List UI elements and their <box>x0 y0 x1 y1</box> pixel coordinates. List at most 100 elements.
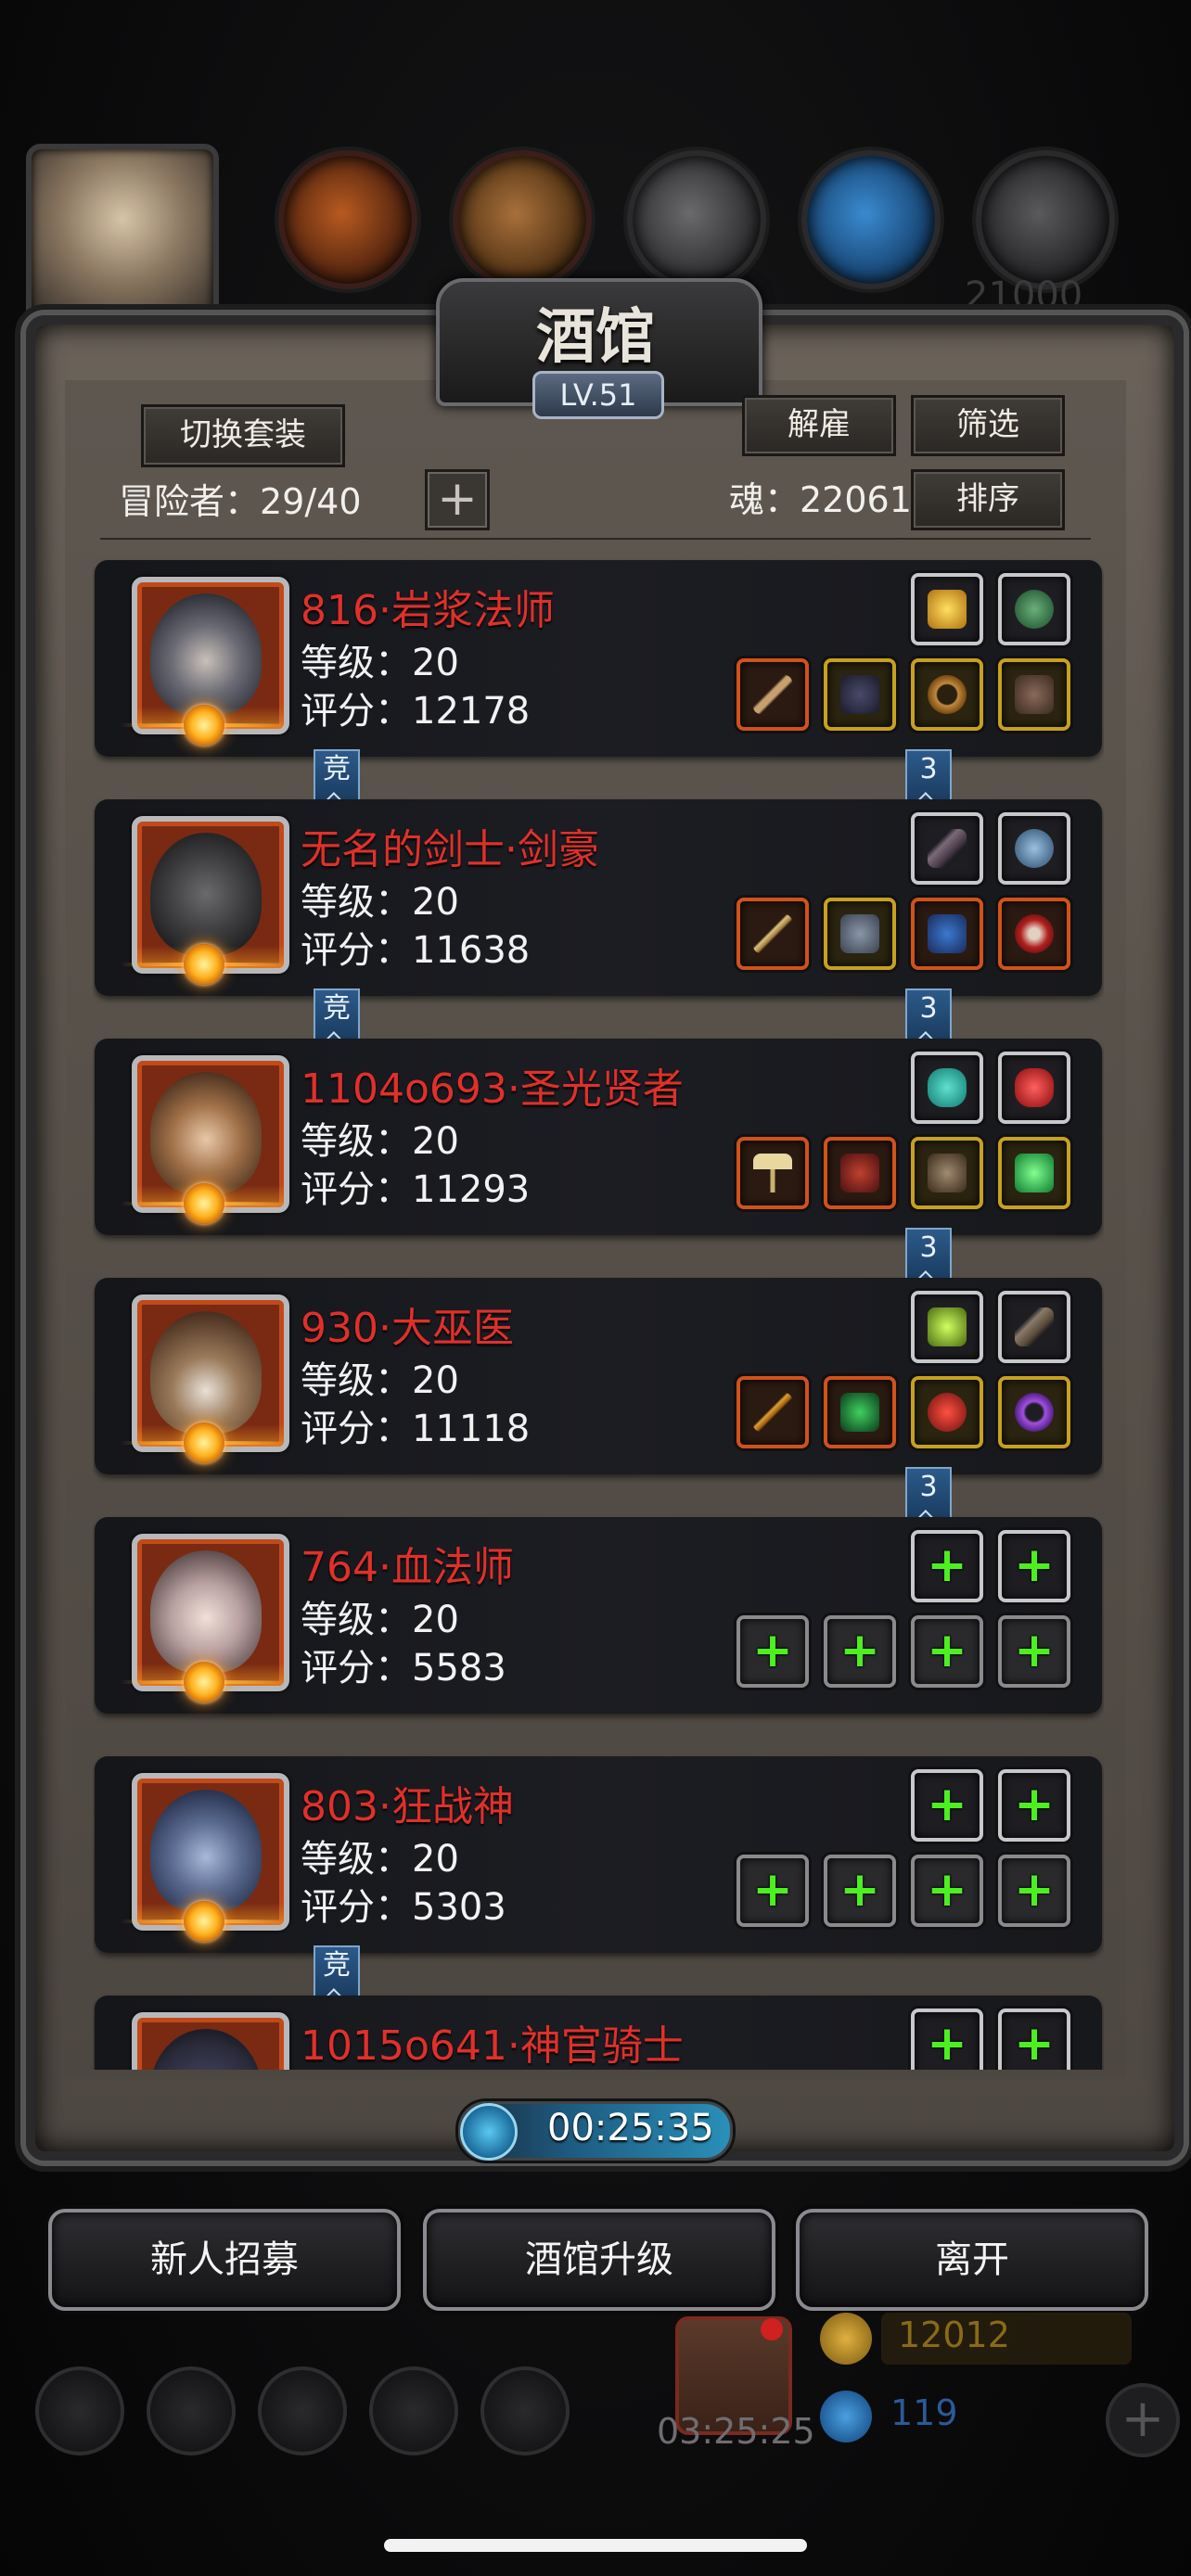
background-number: 21000 <box>965 274 1083 317</box>
hero-name: 816·岩浆法师 <box>301 587 555 634</box>
armor-cloak-icon[interactable] <box>824 658 896 731</box>
weapon-sword-icon[interactable] <box>736 898 809 970</box>
relic-skull-icon[interactable] <box>998 898 1070 970</box>
accessory-orb-icon[interactable] <box>998 573 1070 645</box>
sort-button[interactable]: 排序 <box>911 469 1065 530</box>
hero-name: 764·血法师 <box>301 1544 514 1591</box>
hero-level: 等级：20 <box>301 881 459 924</box>
empty-weapon-slot-plus-icon[interactable]: + <box>736 1855 809 1927</box>
ring-purple-icon[interactable] <box>998 1376 1070 1448</box>
add-currency-button[interactable]: + <box>1106 2383 1180 2457</box>
hero-score: 评分：5303 <box>301 1886 506 1929</box>
castle-icon[interactable] <box>258 2366 347 2455</box>
clock-icon <box>460 2103 518 2161</box>
star-rank-icon <box>184 1183 224 1224</box>
weapon-scepter-icon[interactable] <box>736 1376 809 1448</box>
emblem-icon[interactable] <box>147 2366 236 2455</box>
home-indicator[interactable] <box>384 2539 807 2552</box>
notification-dot <box>761 2318 783 2340</box>
gem-green-icon[interactable] <box>998 1137 1070 1209</box>
hero-card[interactable]: 764·血法师 等级：20 评分：5583 + + + + + + <box>95 1517 1102 1714</box>
armor-mask-icon[interactable] <box>911 1137 983 1209</box>
arena-tag: 竞 <box>314 988 360 1040</box>
player-avatar[interactable] <box>26 144 219 329</box>
hero-score: 评分：5583 <box>301 1647 506 1690</box>
tavern-upgrade-button[interactable]: 酒馆升级 <box>423 2209 775 2311</box>
expand-capacity-button[interactable]: + <box>425 469 490 530</box>
relic-icon[interactable] <box>998 658 1070 731</box>
necklace-heart-icon[interactable] <box>911 1376 983 1448</box>
accessory-bone-icon[interactable] <box>998 1291 1070 1363</box>
leave-button[interactable]: 离开 <box>796 2209 1148 2311</box>
arena-tag: 竞 <box>314 749 360 801</box>
hero-card[interactable]: 1015o641·神官骑士 + + <box>95 1996 1102 2070</box>
material-crystal-icon[interactable] <box>801 150 941 289</box>
empty-slot-plus-icon[interactable]: + <box>998 2009 1070 2070</box>
material-ore-icon[interactable] <box>278 150 417 289</box>
crystal-amount: 119 <box>890 2392 958 2433</box>
filter-button[interactable]: 筛选 <box>911 395 1065 456</box>
accessory-amulet-icon[interactable] <box>998 812 1070 885</box>
switch-set-button[interactable]: 切换套装 <box>141 404 345 467</box>
rank-tag: 3 <box>905 1228 952 1280</box>
shop-icon[interactable] <box>480 2366 570 2455</box>
weapon-hammer-icon[interactable] <box>736 1137 809 1209</box>
hero-score: 评分：11293 <box>301 1168 531 1211</box>
star-rank-icon <box>184 944 224 985</box>
accessory-star-icon[interactable] <box>911 573 983 645</box>
material-wood-icon[interactable] <box>453 150 592 289</box>
weapon-staff-icon[interactable] <box>736 658 809 731</box>
hero-card[interactable]: 803·狂战神 等级：20 评分：5303 + + + + + + <box>95 1756 1102 1953</box>
gem-red-icon[interactable] <box>998 1052 1070 1124</box>
hero-card[interactable]: 816·岩浆法师 等级：20 评分：12178 <box>95 560 1102 757</box>
gold-coin-icon <box>820 2313 872 2365</box>
gem-teal-icon[interactable] <box>911 1052 983 1124</box>
hero-list[interactable]: 816·岩浆法师 等级：20 评分：12178 竞 3 无名的剑士·剑豪 等级：… <box>93 553 1104 2070</box>
hero-level: 等级：20 <box>301 1120 459 1163</box>
settings-icon[interactable] <box>35 2366 124 2455</box>
adventurer-count: 冒险者：29/40 <box>119 481 362 522</box>
empty-slot-plus-icon[interactable]: + <box>911 1855 983 1927</box>
armor-gauntlet-icon[interactable] <box>911 898 983 970</box>
hero-score: 评分：11638 <box>301 929 531 972</box>
crystal-icon <box>820 2391 872 2442</box>
empty-armor-slot-plus-icon[interactable]: + <box>824 1855 896 1927</box>
hero-name: 1015o641·神官骑士 <box>301 2022 684 2070</box>
empty-slot-plus-icon[interactable]: + <box>998 1615 1070 1688</box>
material-stone-icon[interactable] <box>627 150 766 289</box>
empty-slot-plus-icon[interactable]: + <box>998 1530 1070 1602</box>
material-iron-icon[interactable] <box>976 150 1115 289</box>
armor-robe-icon[interactable] <box>824 1137 896 1209</box>
empty-slot-plus-icon[interactable]: + <box>911 1615 983 1688</box>
empty-slot-plus-icon[interactable]: + <box>911 1769 983 1842</box>
hero-card[interactable]: 1104o693·圣光贤者 等级：20 评分：11293 <box>95 1039 1102 1235</box>
empty-slot-plus-icon[interactable]: + <box>998 1769 1070 1842</box>
armor-green-robe-icon[interactable] <box>824 1376 896 1448</box>
empty-slot-plus-icon[interactable]: + <box>911 2009 983 2070</box>
hero-level: 等级：20 <box>301 1359 459 1402</box>
empty-weapon-slot-plus-icon[interactable]: + <box>736 1615 809 1688</box>
hero-score: 评分：12178 <box>301 690 531 733</box>
hero-name: 803·狂战神 <box>301 1783 514 1830</box>
rank-tag: 3 <box>905 988 952 1040</box>
hero-card[interactable]: 930·大巫医 等级：20 评分：11118 <box>95 1278 1102 1474</box>
gift-timer: 03:25:25 <box>657 2411 815 2452</box>
mail-icon[interactable] <box>369 2366 458 2455</box>
hero-level: 等级：20 <box>301 1599 459 1641</box>
empty-slot-plus-icon[interactable]: + <box>998 1855 1070 1927</box>
header-divider <box>100 538 1091 540</box>
hero-portrait <box>132 2012 289 2070</box>
armor-plate-icon[interactable] <box>824 898 896 970</box>
ring-bracelet-icon[interactable] <box>911 658 983 731</box>
hero-card[interactable]: 无名的剑士·剑豪 等级：20 评分：11638 <box>95 799 1102 996</box>
accessory-feather-icon[interactable] <box>911 812 983 885</box>
empty-armor-slot-plus-icon[interactable]: + <box>824 1615 896 1688</box>
rank-tag: 3 <box>905 1467 952 1519</box>
hero-name: 无名的剑士·剑豪 <box>301 826 599 874</box>
hero-name: 1104o693·圣光贤者 <box>301 1065 684 1113</box>
dismiss-button[interactable]: 解雇 <box>742 395 896 456</box>
recruit-button[interactable]: 新人招募 <box>48 2209 401 2311</box>
empty-slot-plus-icon[interactable]: + <box>911 1530 983 1602</box>
star-rank-icon <box>184 1422 224 1463</box>
accessory-lantern-icon[interactable] <box>911 1291 983 1363</box>
